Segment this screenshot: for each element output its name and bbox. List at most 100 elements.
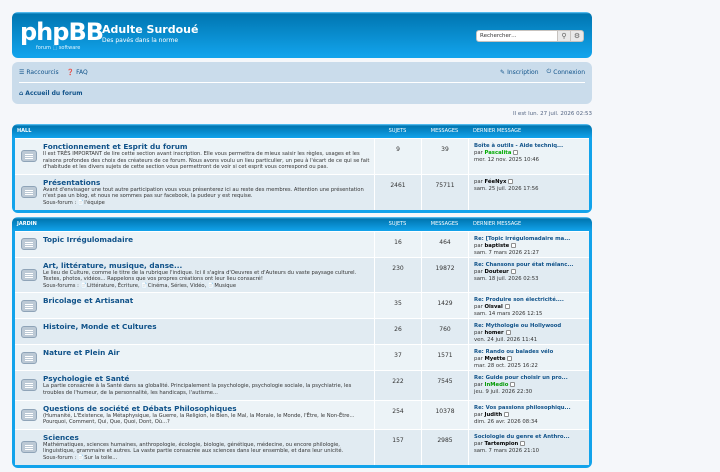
- search-input[interactable]: Rechercher…: [476, 30, 558, 42]
- goto-last-post-icon[interactable]: [508, 178, 514, 184]
- forum-title-link[interactable]: Topic Irrégulomadaire: [43, 235, 372, 244]
- category-block: HALL Sujets Messages Dernier message Fonctio…: [12, 124, 592, 213]
- forum-title-link[interactable]: Psychologie et Santé: [43, 374, 372, 383]
- forum-row: Sciences Mathématiques, sciences humaines…: [15, 428, 589, 465]
- subforums-list[interactable]: Sous-forum : 📄Sur la toile...: [43, 455, 372, 462]
- logo-text: phpBB: [20, 18, 104, 46]
- goto-last-post-icon[interactable]: [510, 268, 516, 274]
- last-post-title-link[interactable]: Re: Guide pour choisir un pro...: [474, 375, 589, 382]
- navbar-top-row: ☰ Raccourcis ❓ FAQ ✎ Inscription ⏻ Conne…: [19, 62, 585, 83]
- topics-count: 222: [374, 371, 421, 400]
- category-title[interactable]: JARDIN: [15, 221, 374, 227]
- phpbb-logo[interactable]: phpBB forum ⬚ software: [20, 18, 104, 53]
- last-post-title-link[interactable]: Re: Chansons pour état mélanc...: [474, 262, 589, 269]
- breadcrumb: ⌂ Accueil du forum: [19, 83, 585, 103]
- last-post: Sociologie du genre et Anthro... par Tart…: [468, 429, 589, 465]
- last-post-author-link[interactable]: homer: [484, 330, 503, 336]
- last-post-title-link[interactable]: Sociologie du genre et Anthro...: [474, 434, 589, 441]
- subforums-list[interactable]: Sous-forum : 📄l'équipe: [43, 200, 372, 207]
- advanced-search-button[interactable]: ⚙: [571, 30, 584, 42]
- forum-description: Avant d'envisager une tout autre partici…: [43, 186, 364, 200]
- last-post-title-link[interactable]: Re: Produire son électricité....: [474, 297, 589, 304]
- home-icon: ⌂: [19, 89, 24, 97]
- search-icon: ⚲: [561, 32, 567, 40]
- forum-title-link[interactable]: Questions de société et Débats Philosoph…: [43, 404, 372, 413]
- last-post-title-link[interactable]: Re: Vos passions philosophiqu...: [474, 405, 589, 412]
- forum-title-link[interactable]: Fonctionnement et Esprit du forum: [43, 142, 372, 151]
- site-description: Des pavés dans la norme: [102, 37, 179, 44]
- search-button[interactable]: ⚲: [558, 30, 571, 42]
- last-post-author-link[interactable]: Pascalita: [484, 150, 511, 156]
- last-post-title-link[interactable]: Boîte à outils - Aide techniq...: [474, 143, 589, 150]
- last-post-by: par: [474, 440, 483, 447]
- forum-read-icon: [15, 401, 43, 429]
- col-posts-header: Messages: [430, 128, 459, 134]
- last-post-author-link[interactable]: FéeNyx: [484, 179, 506, 185]
- forum-title-link[interactable]: Bricolage et Artisanat: [43, 296, 372, 305]
- forum-title-link[interactable]: Présentations: [43, 178, 372, 187]
- forum-row: Psychologie et Santé La partie consacrée …: [15, 370, 589, 400]
- last-post-author-link[interactable]: InMedio: [484, 382, 508, 388]
- last-post-title-link[interactable]: Re: [Topic irrégulomadaire ma...: [474, 236, 589, 243]
- subforums-list[interactable]: Sous-forums : 📄Littérature, Écriture, 📄C…: [43, 283, 372, 290]
- goto-last-post-icon[interactable]: [504, 304, 510, 310]
- forum-row: Bricolage et Artisanat 35 1429 Re: Produire…: [15, 292, 589, 319]
- category-title[interactable]: HALL: [15, 128, 374, 134]
- last-post-title-link[interactable]: Re: Mythologie ou Hollywood: [474, 323, 589, 330]
- forum-description: Le lieu de Culture, comme le titre de la…: [43, 269, 357, 283]
- col-topics-header: Sujets: [388, 220, 407, 227]
- posts-count: 19872: [421, 257, 468, 293]
- last-post-author-link[interactable]: baptiste: [484, 243, 509, 249]
- last-post-date: sam. 7 mars 2026 21:10: [474, 447, 540, 454]
- forum-read-icon: [15, 139, 43, 174]
- last-post: Re: [Topic irrégulomadaire ma... par bapt…: [468, 231, 589, 257]
- forum-row: Nature et Plein Air 37 1571 Re: Rando ou ba…: [15, 344, 589, 371]
- last-post-date: mar. 28 oct. 2025 16:22: [474, 363, 538, 370]
- last-post-author-link[interactable]: Judith: [484, 412, 502, 418]
- forum-title-link[interactable]: Art, littérature, musique, danse...: [43, 261, 372, 270]
- last-post-author-link[interactable]: Oisval: [484, 304, 502, 310]
- posts-count: 75711: [421, 174, 468, 210]
- goto-last-post-icon[interactable]: [511, 242, 517, 248]
- topics-count: 16: [374, 231, 421, 257]
- goto-last-post-icon[interactable]: [504, 411, 510, 417]
- last-post-author-link[interactable]: Douteur: [484, 269, 508, 275]
- forum-row: Topic Irrégulomadaire 16 464 Re: [Topic irr…: [15, 230, 589, 257]
- forum-row: Histoire, Monde et Cultures 26 760 Re: Myth…: [15, 318, 589, 345]
- register-label: Inscription: [507, 68, 539, 76]
- last-post: Re: Rando ou balades vélo par Myette mar. …: [468, 345, 589, 371]
- login-link[interactable]: ⏻ Connexion: [547, 68, 586, 76]
- goto-last-post-icon[interactable]: [510, 382, 516, 388]
- goto-last-post-icon[interactable]: [507, 356, 513, 362]
- last-post-author-link[interactable]: Tartempion: [484, 441, 518, 447]
- last-post-author-link[interactable]: Myette: [484, 356, 505, 362]
- shortcuts-link[interactable]: ☰ Raccourcis: [19, 69, 59, 76]
- forum-row: Fonctionnement et Esprit du forum Il est …: [15, 138, 589, 174]
- faq-link[interactable]: ❓ FAQ: [67, 69, 88, 76]
- goto-last-post-icon[interactable]: [505, 330, 511, 336]
- goto-last-post-icon[interactable]: [520, 440, 526, 446]
- breadcrumb-home[interactable]: Accueil du forum: [25, 90, 82, 97]
- logo-subtext: forum ⬚ software: [36, 45, 81, 51]
- forum-title-link[interactable]: Histoire, Monde et Cultures: [43, 322, 372, 331]
- header-bar: phpBB forum ⬚ software Adulte Surdoué De…: [12, 12, 592, 58]
- forum-read-icon: [15, 319, 43, 344]
- forum-description: Mathématiques, sciences humaines, anthro…: [43, 441, 344, 455]
- last-post-title-link[interactable]: Re: Rando ou balades vélo: [474, 349, 589, 356]
- last-post-date: mer. 12 nov. 2025 10:46: [474, 157, 540, 163]
- category-header: HALL Sujets Messages Dernier message: [15, 124, 589, 138]
- forum-info: Sciences Mathématiques, sciences humaines…: [43, 430, 374, 465]
- topics-count: 230: [374, 257, 421, 293]
- forum-read-icon: [15, 175, 43, 210]
- navbar: ☰ Raccourcis ❓ FAQ ✎ Inscription ⏻ Conne…: [12, 62, 592, 104]
- posts-count: 2985: [421, 429, 468, 465]
- forum-title-link[interactable]: Nature et Plein Air: [43, 348, 372, 357]
- forum-title-link[interactable]: Sciences: [43, 433, 372, 442]
- goto-last-post-icon[interactable]: [513, 150, 519, 155]
- category-header: JARDIN Sujets Messages Dernier message: [15, 217, 589, 231]
- last-post-by: par: [474, 304, 483, 311]
- forum-read-icon: [15, 430, 43, 465]
- register-link[interactable]: ✎ Inscription: [500, 68, 538, 76]
- last-post: Re: Produire son électricité.... par Oisv…: [468, 293, 589, 319]
- last-post-by: par: [474, 242, 483, 249]
